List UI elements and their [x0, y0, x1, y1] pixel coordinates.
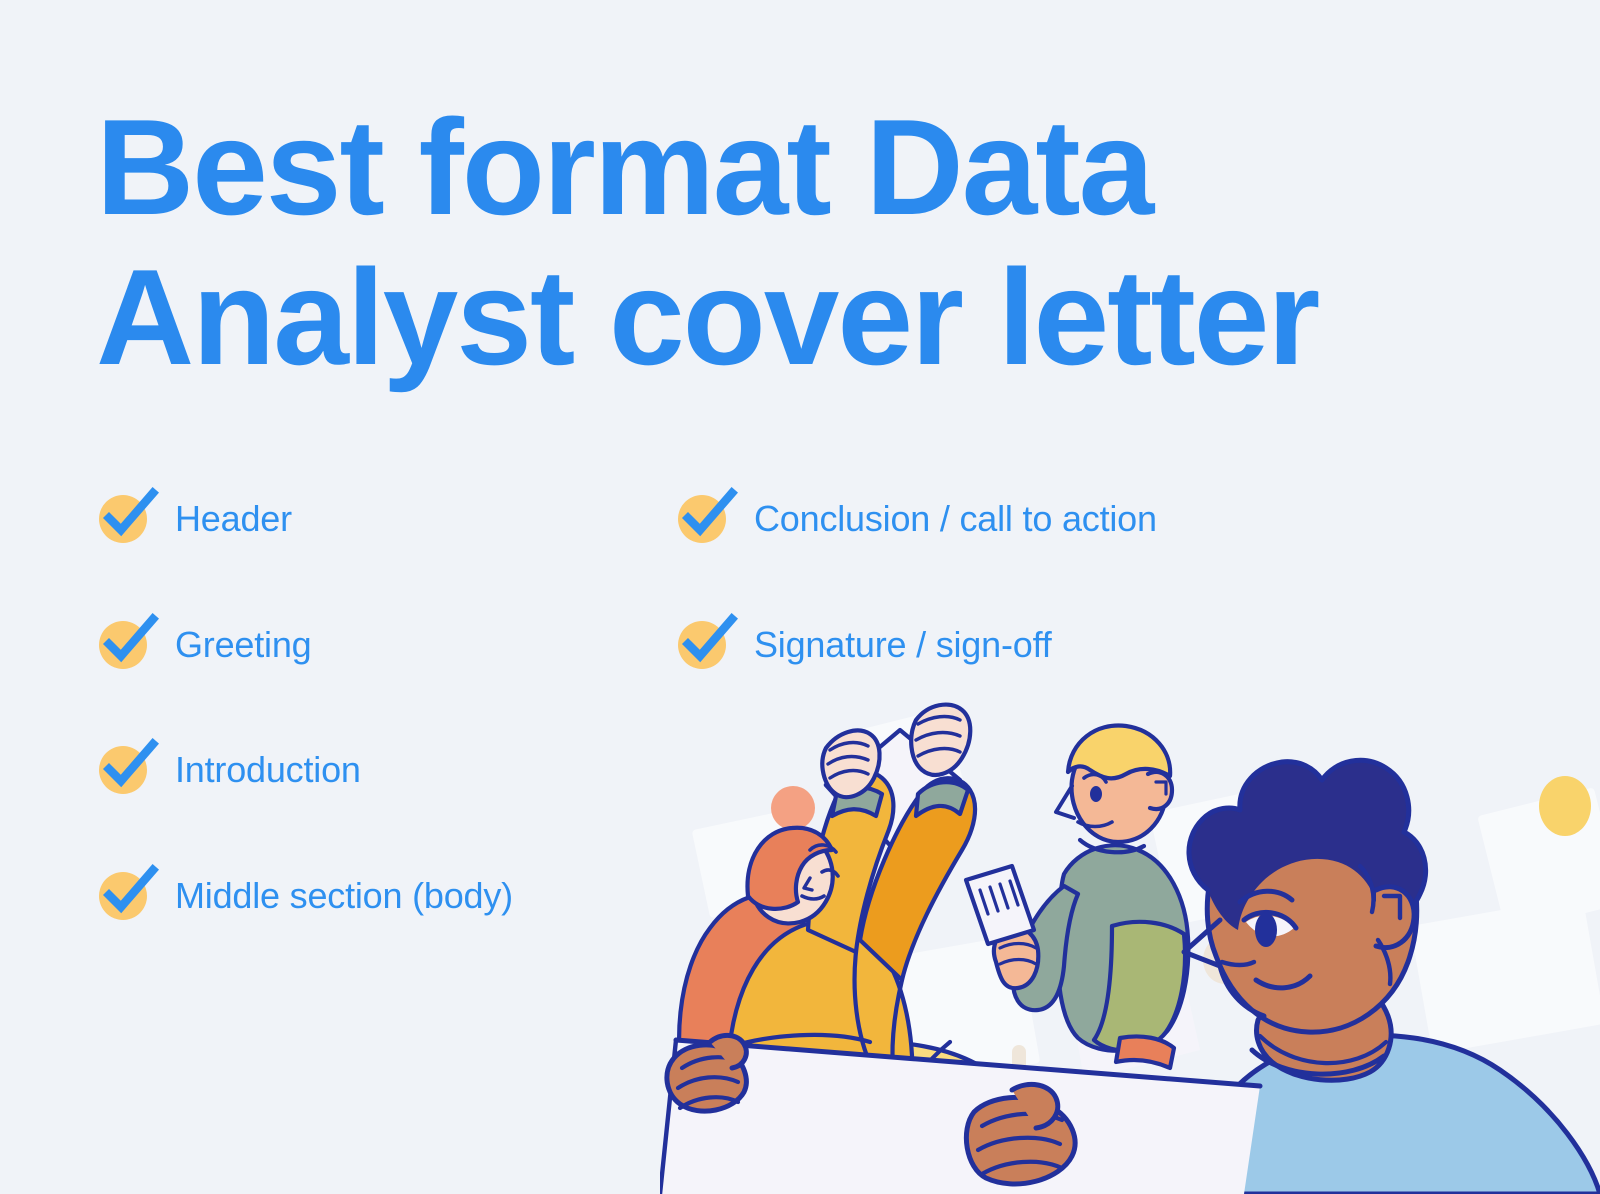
infographic-page: Best format Data Analyst cover letter He… [0, 0, 1600, 1194]
check-tick-glyph [102, 487, 159, 537]
check-icon [99, 487, 159, 543]
check-tick-glyph [102, 738, 159, 788]
check-tick-glyph [102, 612, 159, 662]
illustration-three-people-reviewing-documents [660, 690, 1600, 1194]
check-icon [99, 612, 159, 669]
check-tick-glyph [681, 612, 738, 662]
list-item-label: Signature / sign-off [754, 623, 1052, 665]
list-item[interactable]: Introduction [99, 738, 513, 794]
list-item[interactable]: Middle section (body) [99, 863, 513, 920]
check-tick-glyph [681, 487, 738, 537]
list-item[interactable]: Signature / sign-off [678, 612, 1157, 669]
list-item[interactable]: Conclusion / call to action [678, 487, 1157, 543]
list-item[interactable]: Greeting [99, 612, 513, 669]
check-icon [678, 487, 738, 543]
decor-dot-salmon [771, 786, 815, 830]
decor-dot-yellow [1539, 776, 1591, 836]
check-icon [678, 612, 738, 669]
checklist-column-left: Header Greeting Introduction Middle sect… [99, 487, 513, 997]
list-item[interactable]: Header [99, 487, 513, 543]
list-item-label: Header [175, 498, 292, 539]
list-item-label: Introduction [175, 749, 361, 790]
page-title: Best format Data Analyst cover letter [96, 91, 1320, 393]
list-item-label: Conclusion / call to action [754, 498, 1157, 539]
list-item-label: Middle section (body) [175, 874, 513, 916]
list-item-label: Greeting [175, 623, 312, 665]
check-tick-glyph [102, 863, 159, 913]
check-icon [99, 738, 159, 794]
check-icon [99, 863, 159, 920]
